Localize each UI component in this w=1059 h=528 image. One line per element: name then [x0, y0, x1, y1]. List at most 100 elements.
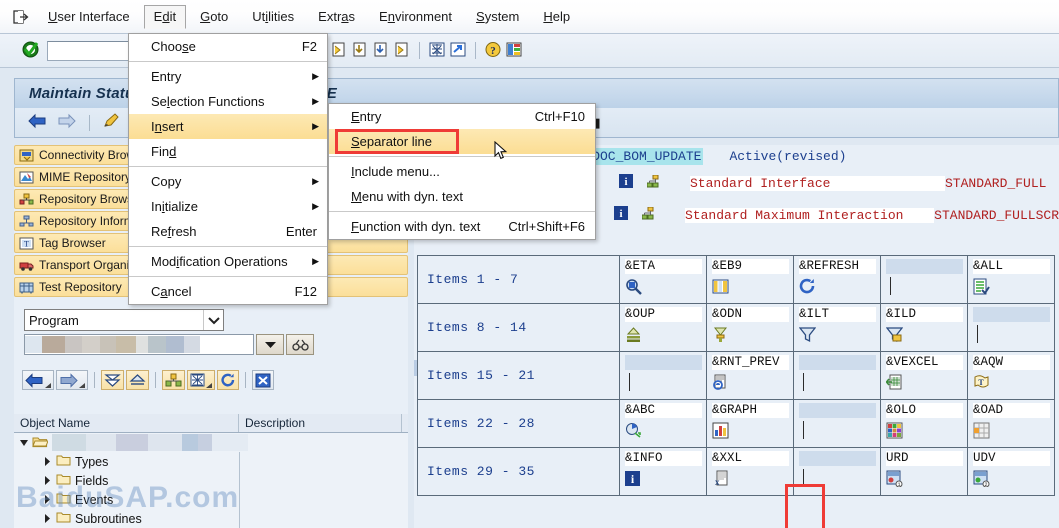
items-cell[interactable]: &EB9	[706, 255, 794, 304]
menu-item-refresh[interactable]: Refresh Enter	[129, 219, 327, 244]
menu-help[interactable]: Help	[533, 5, 580, 29]
items-cell[interactable]	[793, 351, 881, 400]
hierarchy-icon[interactable]	[641, 206, 657, 224]
last-page-icon[interactable]	[393, 41, 411, 61]
dropdown-triangle-icon[interactable]	[256, 334, 284, 355]
expand-button[interactable]	[101, 370, 124, 390]
menu-goto[interactable]: Goto	[190, 5, 238, 29]
hierarchy-button[interactable]	[162, 370, 185, 390]
menu-utilities[interactable]: Utilities	[242, 5, 304, 29]
items-cell[interactable]	[793, 399, 881, 448]
search-detail-icon[interactable]	[625, 276, 702, 296]
print-icon[interactable]	[428, 41, 446, 61]
layout-grid-icon[interactable]	[886, 420, 963, 440]
items-cell[interactable]: &ODN	[706, 303, 794, 352]
items-cell[interactable]: UDV 2	[967, 447, 1055, 496]
filter-icon[interactable]	[799, 324, 876, 344]
new-window-icon[interactable]	[449, 41, 467, 61]
items-cell[interactable]: &VEXCEL	[880, 351, 968, 400]
menu-item-choose[interactable]: Choose F2	[129, 34, 327, 59]
chevron-down-icon[interactable]	[44, 371, 53, 389]
items-cell[interactable]	[967, 303, 1055, 352]
system-menu-icon[interactable]	[6, 6, 36, 28]
items-cell[interactable]: &GRAPH	[706, 399, 794, 448]
items-cell[interactable]: &ABC	[619, 399, 707, 448]
xxl-list-icon[interactable]: x	[712, 468, 789, 488]
items-cell[interactable]	[619, 351, 707, 400]
hierarchy-icon[interactable]	[646, 174, 662, 192]
items-cell[interactable]: &INFO i	[619, 447, 707, 496]
menu-item-cancel[interactable]: Cancel F12	[129, 279, 327, 304]
items-cell[interactable]	[880, 255, 968, 304]
menu-item-function-with-dyn-text[interactable]: Function with dyn. text Ctrl+Shift+F6	[329, 214, 595, 239]
back-button[interactable]	[22, 370, 54, 390]
menu-item-include-menu[interactable]: Include menu...	[329, 159, 595, 184]
refresh-icon[interactable]	[799, 276, 876, 296]
items-cell[interactable]: &OAD	[967, 399, 1055, 448]
menu-item-modification-operations[interactable]: Modification Operations ▶	[129, 249, 327, 274]
table-row[interactable]: Items 8 - 14 &OUP &ODN &ILT &ILD	[417, 303, 1055, 352]
items-cell[interactable]: &OLO	[880, 399, 968, 448]
layout-admin-icon[interactable]	[973, 420, 1050, 440]
tree-root-row[interactable]	[14, 433, 408, 452]
info-icon[interactable]: i	[619, 174, 633, 192]
columns-icon[interactable]	[712, 276, 789, 296]
user-defined-2-icon[interactable]: 2	[973, 468, 1050, 488]
object-type-select[interactable]: Program	[24, 309, 224, 331]
next-page-icon[interactable]	[372, 41, 390, 61]
items-cell[interactable]: &ILT	[793, 303, 881, 352]
word-export-icon[interactable]: T	[973, 372, 1050, 392]
table-row[interactable]: Items 1 - 7 &ETA &EB9 &REFRESH &ALL	[417, 255, 1055, 304]
collapse-button[interactable]	[126, 370, 149, 390]
table-row[interactable]: Items 15 - 21 &RNT_PREV &VEXCEL &AQW T	[417, 351, 1055, 400]
sort-ascending-icon[interactable]	[625, 324, 702, 344]
menu-item-initialize[interactable]: Initialize ▶	[129, 194, 327, 219]
customize-layout-icon[interactable]	[505, 41, 523, 61]
print-preview-icon[interactable]	[712, 372, 789, 392]
pencil-icon[interactable]	[98, 113, 125, 132]
object-name-input[interactable]	[24, 334, 254, 355]
binoculars-icon[interactable]	[286, 334, 314, 355]
chevron-down-icon[interactable]	[205, 371, 214, 389]
menu-item-entry[interactable]: Entry Ctrl+F10	[329, 104, 595, 129]
menu-item-insert[interactable]: Insert ▶	[129, 114, 327, 139]
first-page-icon[interactable]	[330, 41, 348, 61]
chevron-down-icon[interactable]	[78, 371, 87, 389]
menu-item-selection-functions[interactable]: Selection Functions ▶	[129, 89, 327, 114]
menu-environment[interactable]: Environment	[369, 5, 462, 29]
other-object-button[interactable]	[187, 370, 215, 390]
chevron-right-icon[interactable]	[44, 455, 51, 469]
green-check-icon[interactable]	[22, 41, 39, 61]
delete-filter-icon[interactable]	[886, 324, 963, 344]
forward-button[interactable]	[56, 370, 88, 390]
items-cell[interactable]: &AQW T	[967, 351, 1055, 400]
chart-icon[interactable]	[712, 420, 789, 440]
info-icon[interactable]: i	[614, 206, 629, 224]
column-header-object-name[interactable]: Object Name	[14, 414, 239, 432]
previous-page-icon[interactable]	[351, 41, 369, 61]
back-arrow-icon[interactable]	[23, 113, 51, 132]
items-cell[interactable]: &XXL x	[706, 447, 794, 496]
items-cell[interactable]: &REFRESH	[793, 255, 881, 304]
forward-arrow-icon[interactable]	[53, 113, 81, 132]
chevron-down-icon[interactable]	[203, 310, 223, 330]
select-all-icon[interactable]	[973, 276, 1050, 296]
items-cell[interactable]: &ALL	[967, 255, 1055, 304]
sort-descending-icon[interactable]	[712, 324, 789, 344]
items-cell[interactable]: &OUP	[619, 303, 707, 352]
info-icon[interactable]: i	[625, 468, 702, 488]
tree-node-types[interactable]: Types	[14, 452, 408, 471]
items-cell[interactable]: &ETA	[619, 255, 707, 304]
close-button[interactable]	[252, 370, 274, 390]
column-header-description[interactable]: Description	[239, 414, 402, 432]
abc-analysis-icon[interactable]	[625, 420, 702, 440]
menu-system[interactable]: System	[466, 5, 529, 29]
menu-item-find[interactable]: Find	[129, 139, 327, 164]
menu-edit[interactable]: Edit	[143, 4, 187, 29]
menu-item-copy[interactable]: Copy ▶	[129, 169, 327, 194]
items-cell[interactable]: &ILD	[880, 303, 968, 352]
table-row[interactable]: Items 29 - 35 &INFO i &XXL x URD 1 UDV 2	[417, 447, 1055, 496]
table-row[interactable]: Items 22 - 28 &ABC &GRAPH &OLO &OAD	[417, 399, 1055, 448]
excel-export-icon[interactable]	[886, 372, 963, 392]
items-cell[interactable]: URD 1	[880, 447, 968, 496]
